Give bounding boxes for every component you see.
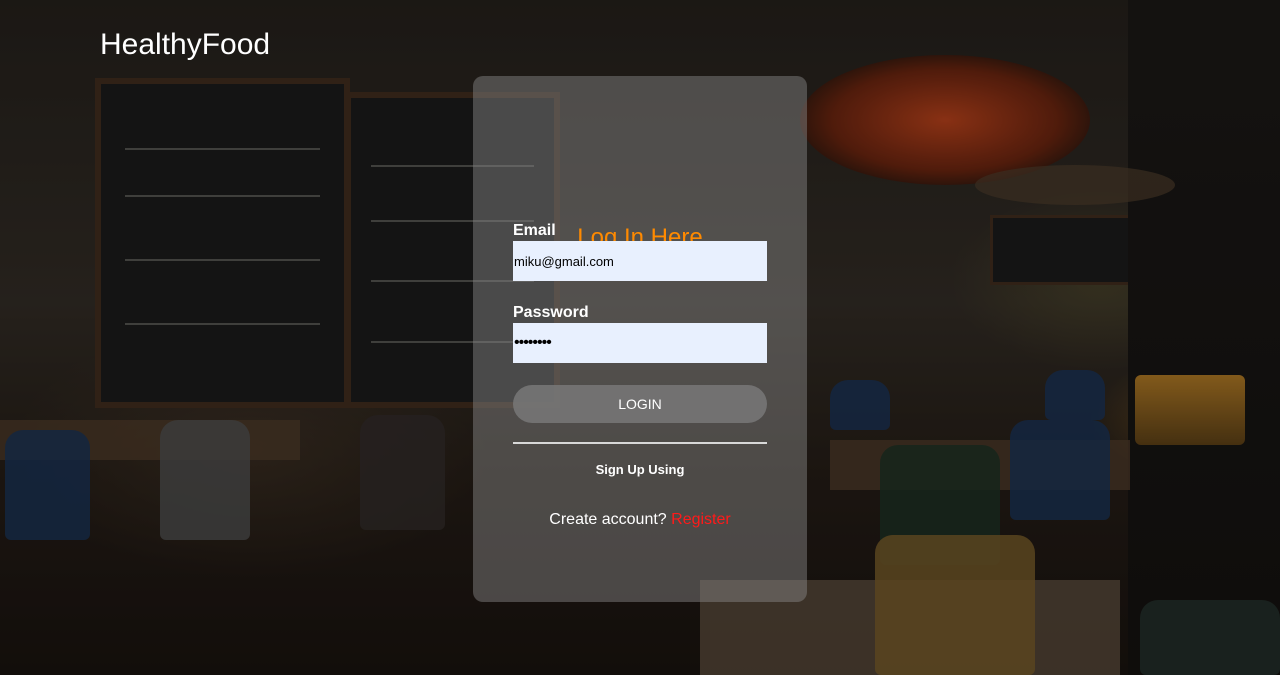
create-account-row: Create account? Register [473, 511, 807, 529]
brand-logo[interactable]: HealthyFood [100, 28, 270, 62]
divider [513, 442, 767, 444]
create-account-prompt: Create account? [549, 511, 667, 528]
login-button[interactable]: LOGIN [513, 385, 767, 423]
register-link[interactable]: Register [671, 511, 731, 528]
login-page: HealthyFood Log In Here Email Password L… [0, 0, 1280, 675]
email-field[interactable] [513, 241, 767, 281]
sign-up-using-text: Sign Up Using [595, 462, 685, 477]
password-field[interactable] [513, 323, 767, 363]
email-label: Email [513, 222, 556, 239]
password-label: Password [513, 304, 589, 321]
